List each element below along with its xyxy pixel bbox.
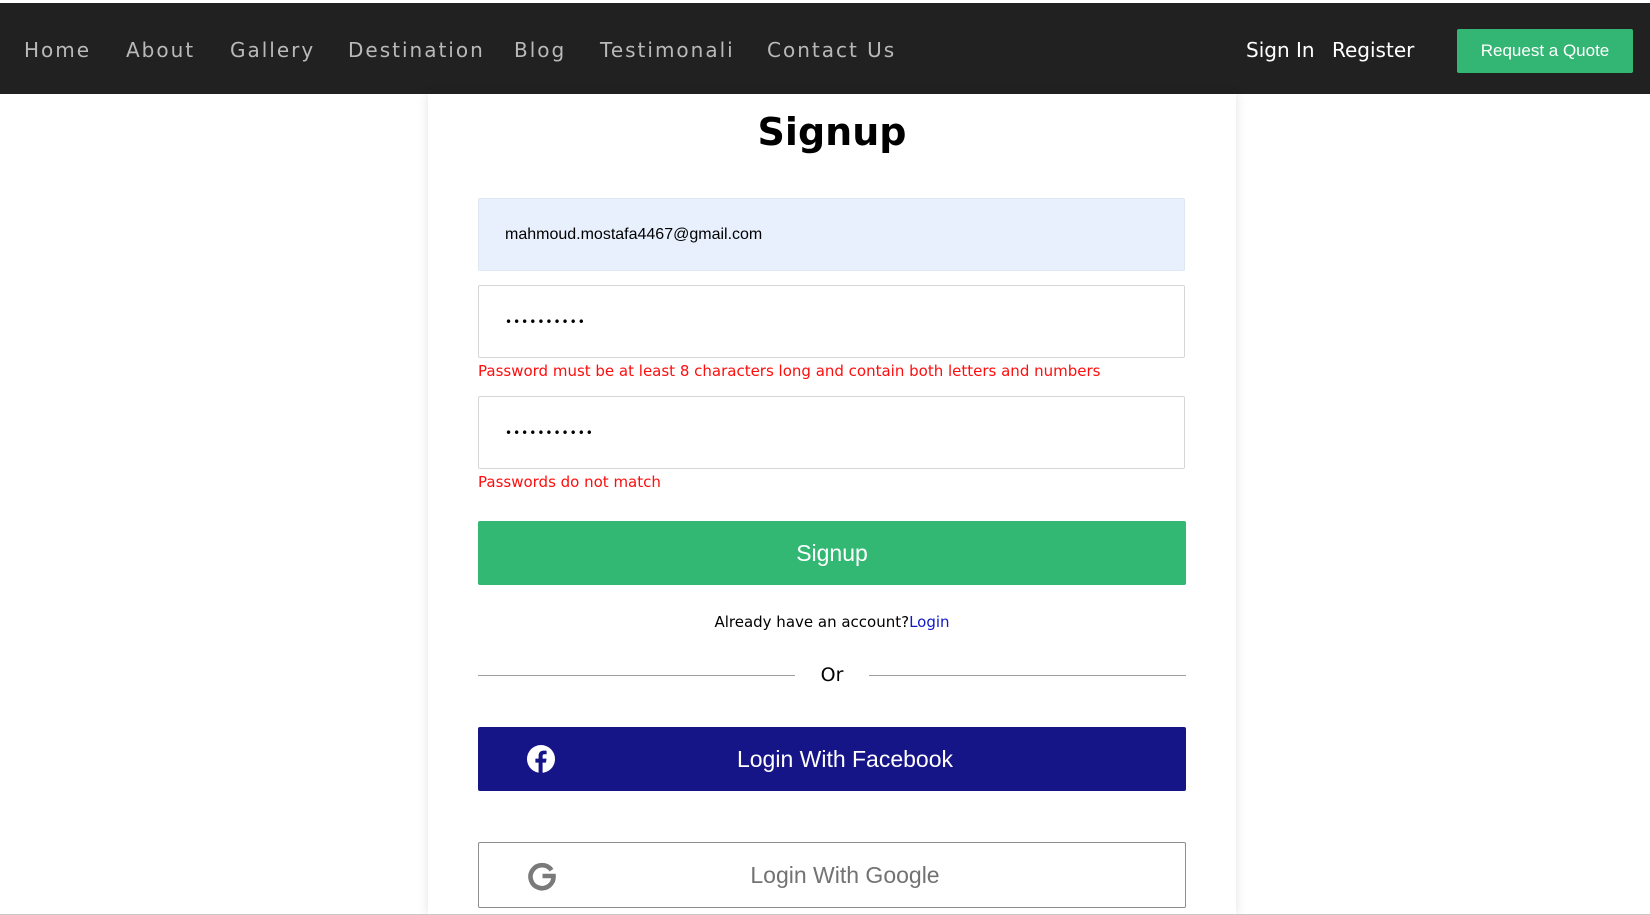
login-link[interactable]: Login (909, 613, 949, 631)
facebook-login-button[interactable]: Login With Facebook (478, 727, 1186, 791)
nav-link-destination[interactable]: Destination (348, 38, 485, 62)
password-field[interactable] (478, 285, 1185, 358)
page-title: Signup (757, 110, 907, 154)
divider-line-left (478, 675, 795, 676)
google-login-button[interactable]: Login With Google (478, 842, 1186, 908)
nav-link-home[interactable]: Home (24, 38, 91, 62)
google-login-label: Login With Google (750, 862, 940, 888)
nav-link-contact-us[interactable]: Contact Us (767, 38, 896, 62)
signup-button[interactable]: Signup (478, 521, 1186, 585)
nav-link-blog[interactable]: Blog (514, 38, 566, 62)
register-link[interactable]: Register (1332, 38, 1414, 62)
navbar: Home About Gallery Destination Blog Test… (0, 3, 1650, 94)
divider-or-text: Or (820, 664, 844, 686)
password-error: Password must be at least 8 characters l… (478, 362, 1101, 380)
page: Home About Gallery Destination Blog Test… (0, 0, 1650, 915)
facebook-login-label: Login With Facebook (736, 746, 954, 772)
nav-link-about[interactable]: About (126, 38, 195, 62)
email-field[interactable] (478, 198, 1185, 271)
confirm-password-error: Passwords do not match (478, 473, 661, 491)
request-quote-button[interactable]: Request a Quote (1457, 29, 1633, 73)
sign-in-link[interactable]: Sign In (1246, 38, 1315, 62)
divider-line-right (869, 675, 1186, 676)
nav-link-gallery[interactable]: Gallery (230, 38, 315, 62)
account-prompt-line: Already have an account?Login (478, 611, 1186, 633)
account-prompt: Already have an account? (714, 613, 910, 631)
nav-link-testimonali[interactable]: Testimonali (600, 38, 735, 62)
confirm-password-field[interactable] (478, 396, 1185, 469)
